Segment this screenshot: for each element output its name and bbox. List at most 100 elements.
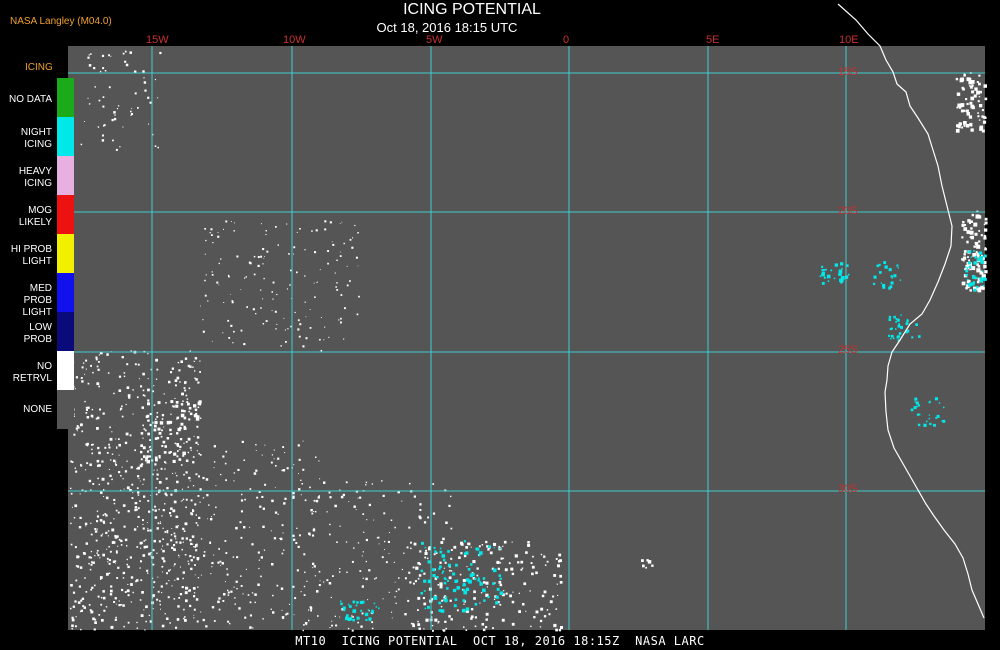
cloud-pixel [969,289,972,292]
cloud-pixel [336,259,338,261]
cloud-pixel [156,473,159,476]
cloud-pixel [142,483,144,485]
cloud-pixel [410,547,412,550]
cloud-pixel [205,625,208,628]
cloud-pixel [142,519,144,521]
cloud-pixel [478,551,483,555]
cloud-pixel [432,483,435,485]
cloud-pixel [162,538,164,540]
cloud-pixel [154,516,158,519]
cloud-pixel [270,608,272,610]
cloud-pixel [182,541,184,543]
cloud-pixel [341,221,343,223]
cloud-pixel [485,612,489,616]
cloud-pixel [289,284,291,286]
cloud-pixel [79,611,81,613]
cloud-pixel [97,477,99,480]
cloud-pixel [257,583,260,586]
cloud-pixel [154,509,157,512]
cloud-pixel [200,611,202,613]
cloud-pixel [149,445,151,448]
cloud-pixel [157,576,159,578]
cloud-pixel [225,220,228,223]
cloud-pixel [96,528,98,530]
cloud-pixel [978,82,981,86]
cloud-pixel [973,245,976,248]
cloud-pixel [961,281,966,286]
cloud-pixel [320,317,322,318]
cloud-pixel [192,485,195,487]
cloud-pixel [443,598,445,601]
cloud-pixel [154,145,157,147]
cloud-pixel [188,410,190,413]
cloud-pixel [190,567,193,571]
cloud-pixel [440,609,445,613]
cloud-pixel [914,397,918,401]
cloud-pixel [981,109,984,112]
cloud-pixel [106,548,108,550]
cloud-pixel [262,263,264,265]
cloud-pixel [114,560,117,563]
cloud-pixel [115,509,118,512]
cloud-pixel [81,377,83,379]
cloud-pixel [365,577,368,581]
cloud-pixel [122,478,124,480]
cloud-pixel [166,617,169,620]
cloud-pixel [169,569,171,571]
cloud-pixel [160,608,161,610]
cloud-pixel [387,540,390,543]
cloud-pixel [125,63,129,67]
cloud-pixel [107,530,110,532]
cloud-pixel [473,597,476,600]
cloud-pixel [413,582,415,585]
cloud-pixel [130,576,134,579]
cloud-pixel [249,488,252,490]
cloud-pixel [144,89,147,92]
cloud-pixel [282,469,286,472]
cloud-pixel [445,627,447,630]
cloud-pixel [91,561,94,564]
cloud-pixel [303,594,306,596]
cloud-pixel [305,316,307,318]
icing-map [68,3,988,632]
cloud-pixel [77,601,81,604]
cloud-pixel [384,549,385,550]
cloud-pixel [957,104,961,108]
cloud-pixel [134,449,136,452]
cloud-pixel [241,493,243,496]
cloud-pixel [177,450,179,452]
cloud-pixel [485,626,488,629]
cloud-pixel [161,624,165,628]
cloud-pixel [136,621,138,624]
cloud-pixel [915,401,919,405]
cloud-pixel [101,477,105,481]
cloud-pixel [355,256,358,259]
cloud-pixel [913,406,917,410]
cloud-pixel [313,282,315,284]
cloud-pixel [512,591,514,593]
cloud-pixel [975,276,978,279]
cloud-pixel [395,602,397,604]
cloud-pixel [896,264,899,267]
cloud-pixel [983,265,987,269]
cloud-pixel [375,577,377,579]
cloud-pixel [356,601,359,604]
cloud-pixel [147,353,149,355]
cloud-pixel [318,584,321,587]
cloud-pixel [310,609,312,612]
cloud-pixel [253,255,256,258]
cloud-pixel [144,629,146,631]
cloud-pixel [188,406,192,410]
cloud-pixel [493,598,496,600]
cloud-pixel [966,112,970,116]
cloud-pixel [177,618,179,620]
cloud-pixel [178,597,181,599]
cloud-pixel [888,315,892,319]
cloud-pixel [130,583,133,586]
cloud-pixel [448,576,452,580]
cloud-pixel [188,563,190,565]
cloud-pixel [94,530,98,533]
cloud-pixel [360,625,363,628]
cloud-pixel [249,626,252,629]
cloud-pixel [304,499,307,502]
